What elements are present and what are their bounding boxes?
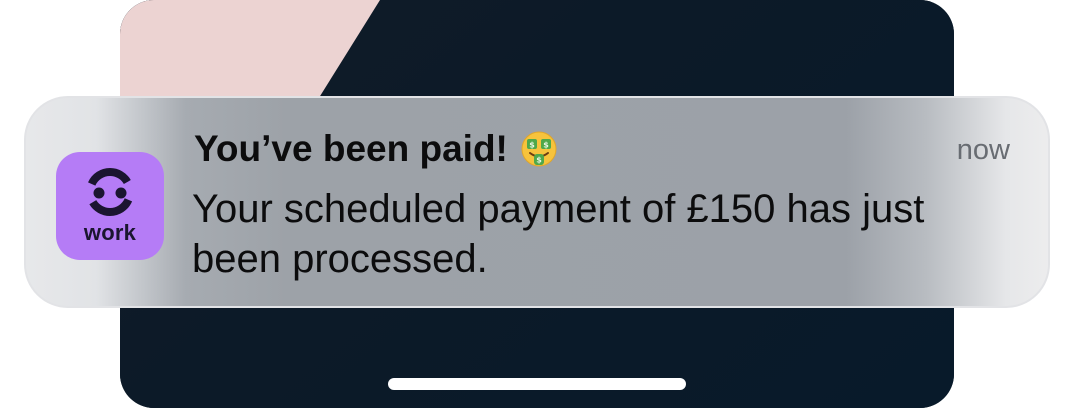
home-indicator[interactable] — [388, 378, 686, 390]
notification-title: You’ve been paid! — [194, 128, 508, 169]
notification-title-row: You’ve been paid! $ $ $ — [194, 128, 558, 170]
svg-text:$: $ — [536, 156, 542, 165]
app-icon-label: work — [83, 220, 137, 245]
notification-banner[interactable]: work You’ve been paid! $ $ $ Your schedu… — [24, 96, 1050, 308]
notification-body: Your scheduled payment of £150 has just … — [192, 187, 925, 281]
svg-text:$: $ — [543, 141, 549, 150]
notification-timestamp: now — [956, 134, 1010, 166]
svg-text:$: $ — [529, 141, 535, 150]
app-icon: work — [56, 152, 164, 260]
work-app-logo-icon — [86, 168, 134, 216]
money-mouth-face-icon: $ $ $ — [521, 131, 557, 167]
lock-screen: work You’ve been paid! $ $ $ Your schedu… — [0, 0, 1074, 408]
